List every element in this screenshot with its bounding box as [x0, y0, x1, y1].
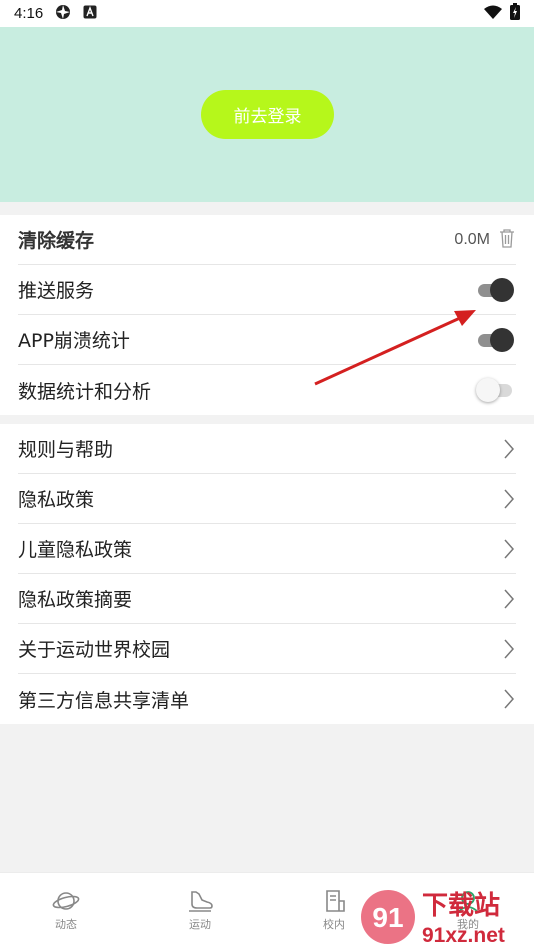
camera-aperture-icon — [55, 4, 71, 24]
link-privacy-policy[interactable]: 隐私政策 — [18, 474, 516, 524]
login-button[interactable]: 前去登录 — [201, 90, 334, 139]
link-about[interactable]: 关于运动世界校园 — [18, 624, 516, 674]
data-analysis-row: 数据统计和分析 — [18, 365, 516, 415]
link-third-party[interactable]: 第三方信息共享清单 — [18, 674, 516, 724]
crash-stats-label: APP崩溃统计 — [18, 330, 130, 352]
chevron-right-icon — [504, 439, 515, 458]
link-child-privacy[interactable]: 儿童隐私政策 — [18, 524, 516, 574]
push-service-row: 推送服务 — [18, 265, 516, 315]
chevron-right-icon — [504, 589, 515, 608]
crash-stats-row: APP崩溃统计 — [18, 315, 516, 365]
watermark-logo: 91 下载站 91xz.net — [361, 890, 505, 947]
cache-size-value: 0.0M — [454, 230, 490, 248]
links-group: 规则与帮助 隐私政策 儿童隐私政策 隐私政策摘要 关于运动世界校园 第三方信息共… — [0, 424, 534, 724]
link-rules-help[interactable]: 规则与帮助 — [18, 424, 516, 474]
link-privacy-summary[interactable]: 隐私政策摘要 — [18, 574, 516, 624]
chevron-right-icon — [504, 689, 515, 709]
wifi-icon — [484, 5, 502, 23]
tab-label: 校内 — [323, 918, 345, 931]
trash-icon[interactable] — [498, 228, 516, 252]
planet-icon — [52, 892, 80, 910]
status-bar: 4:16 — [0, 0, 534, 27]
link-label: 规则与帮助 — [18, 439, 114, 461]
document-icon — [326, 890, 345, 912]
tab-sport[interactable]: 运动 — [170, 889, 230, 939]
status-time: 4:16 — [14, 5, 44, 22]
tab-campus[interactable]: 校内 — [304, 889, 364, 939]
link-label: 第三方信息共享清单 — [18, 689, 190, 712]
clear-cache-label: 清除缓存 — [18, 230, 95, 252]
link-label: 儿童隐私政策 — [18, 539, 133, 561]
tab-label: 运动 — [189, 918, 211, 931]
clear-cache-row[interactable]: 清除缓存 0.0M — [18, 215, 516, 265]
push-service-toggle[interactable] — [476, 277, 516, 303]
shoe-icon — [189, 891, 213, 912]
tab-dynamic[interactable]: 动态 — [36, 889, 96, 939]
watermark-logo-text: 91 — [372, 902, 403, 933]
profile-header: 前去登录 — [0, 27, 534, 202]
a-badge-icon — [83, 5, 97, 23]
link-label: 隐私政策摘要 — [18, 589, 133, 611]
settings-group: 清除缓存 0.0M 推送服务 APP崩溃统计 数据统计和分析 — [0, 215, 534, 415]
chevron-right-icon — [504, 639, 515, 658]
crash-stats-toggle[interactable] — [476, 327, 516, 353]
data-analysis-label: 数据统计和分析 — [18, 380, 152, 403]
link-label: 关于运动世界校园 — [18, 639, 171, 661]
tab-label: 动态 — [55, 918, 77, 931]
chevron-right-icon — [504, 489, 515, 508]
push-service-label: 推送服务 — [18, 280, 95, 302]
data-analysis-toggle[interactable] — [476, 377, 516, 403]
watermark-brand: 下载站 — [422, 891, 500, 921]
status-right — [484, 3, 520, 24]
battery-charging-icon — [510, 3, 520, 24]
link-label: 隐私政策 — [18, 489, 95, 511]
watermark-url: 91xz.net — [422, 924, 505, 947]
chevron-right-icon — [504, 539, 515, 558]
